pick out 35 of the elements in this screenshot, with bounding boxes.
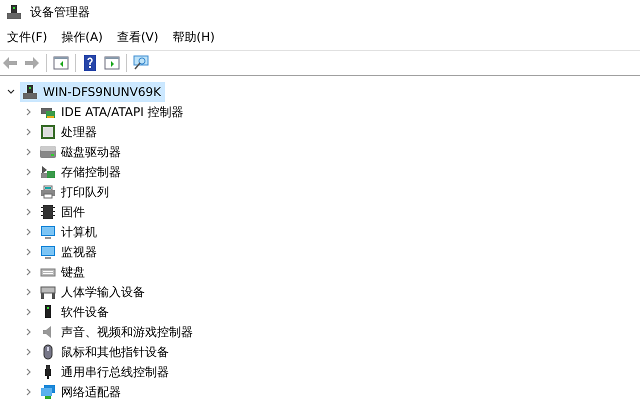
tree-item[interactable]: 处理器 <box>38 122 101 142</box>
tree-item[interactable]: 通用串行总线控制器 <box>38 362 173 382</box>
menu-item[interactable]: 文件(F) <box>2 26 52 48</box>
tree-item[interactable]: WIN-DFS9NUNV69K <box>20 82 165 102</box>
tree-item[interactable]: 人体学输入设备 <box>38 282 149 302</box>
tree-item[interactable]: 存储控制器 <box>38 162 125 182</box>
network-icon <box>40 384 56 400</box>
storage-board-icon <box>40 164 56 180</box>
monitor-magnifier-icon[interactable] <box>133 55 149 71</box>
tree-item[interactable]: 网络适配器 <box>38 382 125 402</box>
tree-item[interactable]: 键盘 <box>38 262 89 282</box>
computer-icon <box>22 84 38 100</box>
tree-item[interactable]: 磁盘驱动器 <box>38 142 125 162</box>
menu-item[interactable]: 查看(V) <box>112 26 164 48</box>
pane-window-icon[interactable] <box>53 55 69 71</box>
tree-item[interactable]: 监视器 <box>38 242 101 262</box>
tree-item[interactable]: 打印队列 <box>38 182 113 202</box>
printer-icon <box>40 184 56 200</box>
tree-item[interactable]: 鼠标和其他指针设备 <box>38 342 173 362</box>
tree-item[interactable]: 软件设备 <box>38 302 113 322</box>
tree-item[interactable]: IDE ATA/ATAPI 控制器 <box>38 102 188 122</box>
tree-item[interactable]: 计算机 <box>38 222 101 242</box>
tree-item[interactable]: 固件 <box>38 202 89 222</box>
device-manager-icon <box>6 4 22 20</box>
pane-window-icon[interactable] <box>104 55 120 71</box>
tree-item[interactable]: 声音、视频和游戏控制器 <box>38 322 197 342</box>
menu-item[interactable]: 操作(A) <box>56 26 108 48</box>
window-title: 设备管理器 <box>30 4 90 20</box>
chip-icon <box>40 204 56 220</box>
help-icon[interactable] <box>82 55 98 71</box>
menu-item[interactable]: 帮助(H) <box>167 26 220 48</box>
drive-icon <box>40 144 56 160</box>
monitor-icon <box>40 224 56 240</box>
monitor-icon <box>40 244 56 260</box>
chip-icon <box>40 124 56 140</box>
